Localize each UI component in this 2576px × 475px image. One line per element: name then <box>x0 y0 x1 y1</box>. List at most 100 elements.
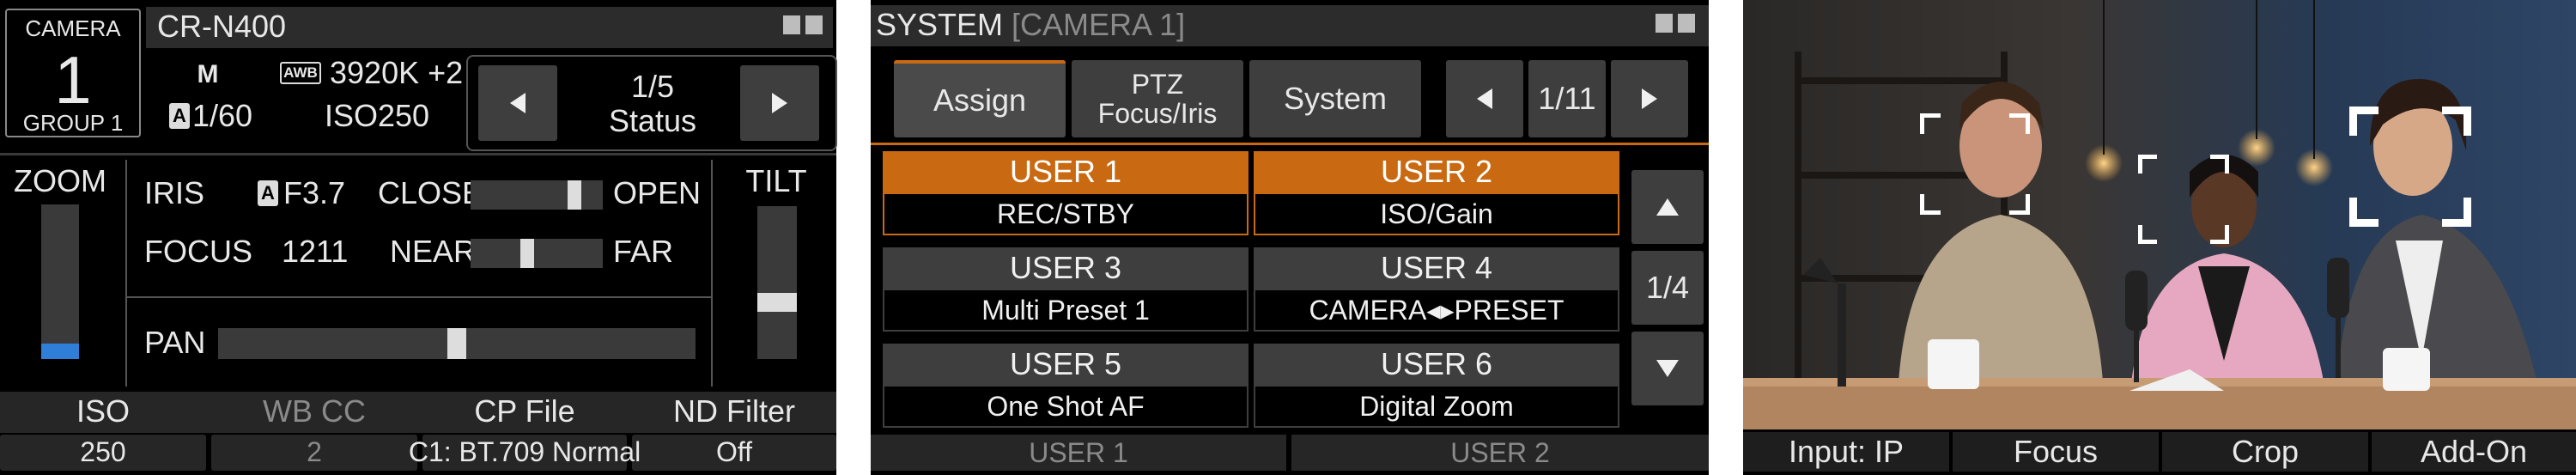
tab-assign[interactable]: Assign <box>894 60 1066 137</box>
system-title-text: SYSTEM <box>876 7 1004 42</box>
camera-group: GROUP 1 <box>22 110 124 136</box>
arrow-right-icon <box>772 93 787 113</box>
arrow-right-icon <box>1642 88 1657 109</box>
camera-badge[interactable]: CAMERA 1 GROUP 1 <box>5 9 141 137</box>
shooting-mode: M <box>197 60 219 88</box>
zoom-label: ZOOM <box>14 163 106 198</box>
awb-icon: AWB <box>280 62 321 84</box>
camera-model: CR-N400 <box>157 9 287 44</box>
footer-user-1-button[interactable]: USER 1 <box>871 435 1286 471</box>
user-2-name: USER 2 <box>1254 151 1619 192</box>
user-5-value: One Shot AF <box>883 385 1249 428</box>
divider <box>125 296 713 298</box>
user-6-name: USER 6 <box>1254 344 1619 385</box>
arrow-left-icon <box>510 93 526 113</box>
input-ip-button[interactable]: Input: IP <box>1743 432 1949 472</box>
iris-close-label: CLOSE <box>378 175 483 210</box>
list-down-button[interactable] <box>1631 332 1704 405</box>
arrow-up-icon <box>1656 198 1679 216</box>
zoom-slider[interactable] <box>41 204 79 359</box>
window-square-icon <box>805 15 823 34</box>
auto-iris-icon: A <box>258 180 278 206</box>
footer-ndfilter-value: Off <box>715 436 753 467</box>
user-4-name: USER 4 <box>1254 247 1619 289</box>
page-next-button[interactable] <box>1611 60 1688 137</box>
window-square-icon <box>1656 14 1673 33</box>
focus-label: FOCUS <box>144 234 252 269</box>
camera-control-panel: CAMERA 1 GROUP 1 CR-N400 M AWB 3920K +2 … <box>0 0 837 475</box>
page-indicator: 1/11 <box>1528 60 1606 137</box>
tab-underline <box>871 143 1709 145</box>
page-name: Status <box>608 103 697 138</box>
white-balance-value: 3920K +2 <box>330 55 464 90</box>
pan-label: PAN <box>144 325 206 360</box>
iris-slider[interactable] <box>471 180 603 210</box>
system-title: SYSTEM [CAMERA 1] <box>876 7 1185 43</box>
camera-badge-label: CAMERA <box>25 15 121 41</box>
focus-button[interactable]: Focus <box>1953 432 2159 472</box>
user-6-button[interactable]: USER 6 Digital Zoom <box>1254 344 1619 429</box>
page-indicator: 1/5 <box>630 69 675 104</box>
focus-slider[interactable] <box>471 239 603 268</box>
user-2-button[interactable]: USER 2 ISO/Gain <box>1254 151 1619 237</box>
video-preview-panel: Input: IP Focus Crop Add-On <box>1743 0 2576 475</box>
face-detection-frame[interactable] <box>1920 113 2030 215</box>
tilt-label: TILT <box>745 163 807 198</box>
user-3-button[interactable]: USER 3 Multi Preset 1 <box>883 247 1249 333</box>
user-1-value: REC/STBY <box>883 192 1249 235</box>
focus-slider-knob[interactable] <box>520 239 534 268</box>
focus-value: 1211 <box>282 234 349 269</box>
user-1-name: USER 1 <box>883 151 1249 192</box>
camera-number: 1 <box>54 42 92 118</box>
page-prev-button[interactable] <box>1446 60 1523 137</box>
crop-button[interactable]: Crop <box>2162 432 2368 472</box>
focus-near-label: NEAR <box>390 234 477 269</box>
arrow-left-icon <box>1477 88 1492 109</box>
tilt-slider[interactable] <box>757 206 797 359</box>
tab-ptz-focus-iris[interactable]: PTZ Focus/Iris <box>1072 60 1243 137</box>
iris-label: IRIS <box>144 175 205 210</box>
divider <box>0 153 836 155</box>
tilt-slider-knob[interactable] <box>757 293 797 312</box>
shutter-value: 1/60 <box>192 98 253 133</box>
footer-cpfile-value: C1: BT.709 Normal <box>408 436 641 467</box>
user-1-button[interactable]: USER 1 REC/STBY <box>883 151 1249 237</box>
face-detection-frame[interactable] <box>2138 155 2229 244</box>
footer-wbcc-header: WB CC <box>263 393 366 429</box>
footer-iso-header: ISO <box>76 393 130 429</box>
pan-slider-knob[interactable] <box>447 328 466 359</box>
system-subtitle: [CAMERA 1] <box>1012 7 1186 42</box>
system-menu-panel: SYSTEM [CAMERA 1] Assign PTZ Focus/Iris … <box>871 0 1709 475</box>
list-page-indicator: 1/4 <box>1631 251 1704 325</box>
user-3-name: USER 3 <box>883 247 1249 289</box>
footer-cpfile-header: CP File <box>474 393 575 429</box>
tab-system[interactable]: System <box>1249 60 1421 137</box>
footer-ndfilter-header: ND Filter <box>673 393 795 429</box>
footer-iso-value: 250 <box>80 436 126 467</box>
page-next-button[interactable] <box>740 65 819 141</box>
focus-far-label: FAR <box>613 234 674 269</box>
iris-value: F3.7 <box>283 175 346 210</box>
user-5-button[interactable]: USER 5 One Shot AF <box>883 344 1249 429</box>
footer-user-2-button[interactable]: USER 2 <box>1291 435 1709 471</box>
user-6-value: Digital Zoom <box>1254 385 1619 428</box>
footer-wbcc-value: 2 <box>307 436 322 467</box>
user-2-value: ISO/Gain <box>1254 192 1619 235</box>
user-4-button[interactable]: USER 4 CAMERA◂▸PRESET <box>1254 247 1619 333</box>
page-prev-button[interactable] <box>478 65 557 141</box>
zoom-level-fill <box>41 344 79 359</box>
list-up-button[interactable] <box>1631 170 1704 244</box>
pan-slider[interactable] <box>218 328 696 359</box>
iso-status-value: ISO250 <box>325 98 430 133</box>
auto-shutter-icon: A <box>169 103 190 129</box>
user-5-name: USER 5 <box>883 344 1249 385</box>
iris-open-label: OPEN <box>613 175 702 210</box>
add-on-button[interactable]: Add-On <box>2372 432 2576 472</box>
window-square-icon <box>1678 14 1695 33</box>
user-4-value: CAMERA◂▸PRESET <box>1254 289 1619 332</box>
face-tracking-frame[interactable] <box>2349 107 2471 227</box>
iris-slider-knob[interactable] <box>568 180 581 210</box>
arrow-down-icon <box>1656 360 1679 377</box>
user-3-value: Multi Preset 1 <box>883 289 1249 332</box>
window-square-icon <box>783 15 800 34</box>
